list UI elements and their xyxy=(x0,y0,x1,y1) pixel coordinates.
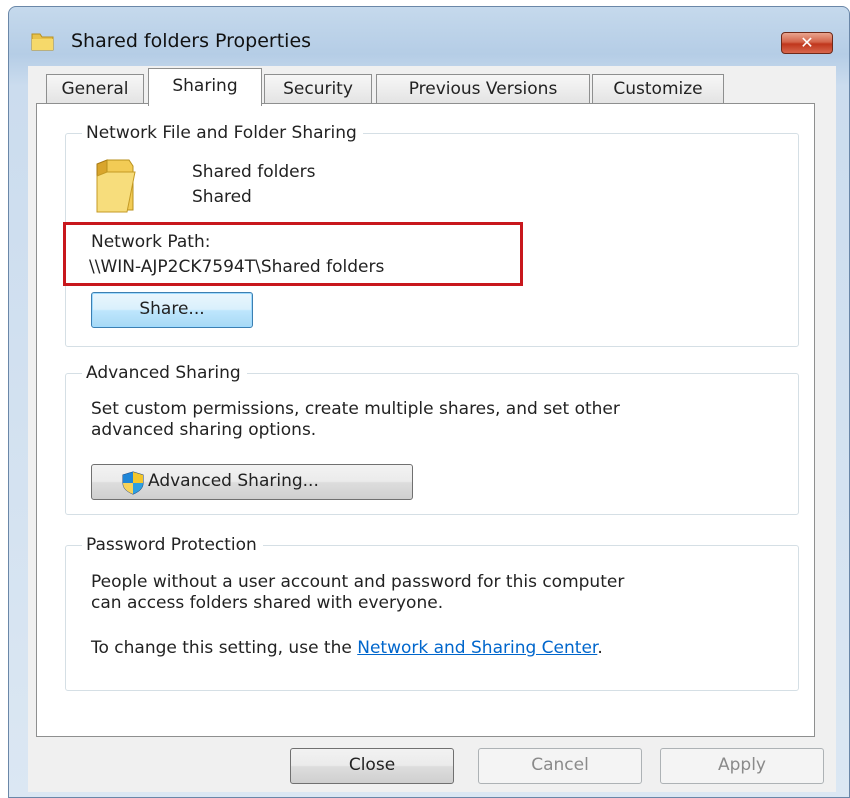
folder-icon xyxy=(31,33,54,51)
group-title: Advanced Sharing xyxy=(82,362,247,384)
sharing-tab-panel: Network File and Folder Sharing Shared f… xyxy=(36,103,815,737)
network-and-sharing-center-link[interactable]: Network and Sharing Center xyxy=(357,638,597,658)
advanced-sharing-button[interactable]: Advanced Sharing... xyxy=(91,464,413,500)
password-protection-group: Password Protection People without a use… xyxy=(65,534,799,691)
tab-sharing[interactable]: Sharing xyxy=(148,68,262,106)
folder-icon xyxy=(96,159,136,213)
group-title: Password Protection xyxy=(82,534,263,556)
advanced-sharing-description-1: Set custom permissions, create multiple … xyxy=(91,399,620,419)
folder-name: Shared folders xyxy=(192,162,316,182)
advanced-sharing-button-label: Advanced Sharing... xyxy=(148,471,319,491)
advanced-sharing-description-2: advanced sharing options. xyxy=(91,420,317,440)
close-icon: ✕ xyxy=(800,33,814,52)
advanced-sharing-group: Advanced Sharing Set custom permissions,… xyxy=(65,362,799,515)
share-button[interactable]: Share... xyxy=(91,292,253,328)
change-setting-text: To change this setting, use the Network … xyxy=(91,638,603,658)
tab-security[interactable]: Security xyxy=(264,74,372,104)
apply-button[interactable]: Apply xyxy=(660,748,824,784)
tab-customize[interactable]: Customize xyxy=(592,74,724,104)
close-button[interactable]: Close xyxy=(290,748,454,784)
password-protection-description-1: People without a user account and passwo… xyxy=(91,572,625,592)
folder-share-status: Shared xyxy=(192,187,252,207)
network-path-highlight xyxy=(63,222,523,286)
cancel-button[interactable]: Cancel xyxy=(478,748,642,784)
password-protection-description-2: can access folders shared with everyone. xyxy=(91,593,444,613)
tab-general[interactable]: General xyxy=(46,74,144,104)
window-title: Shared folders Properties xyxy=(71,30,312,52)
title-bar[interactable]: Shared folders Properties ✕ xyxy=(9,7,849,59)
tab-previous-versions[interactable]: Previous Versions xyxy=(376,74,590,104)
close-window-button[interactable]: ✕ xyxy=(781,32,833,54)
uac-shield-icon xyxy=(122,471,144,495)
group-title: Network File and Folder Sharing xyxy=(82,122,363,144)
